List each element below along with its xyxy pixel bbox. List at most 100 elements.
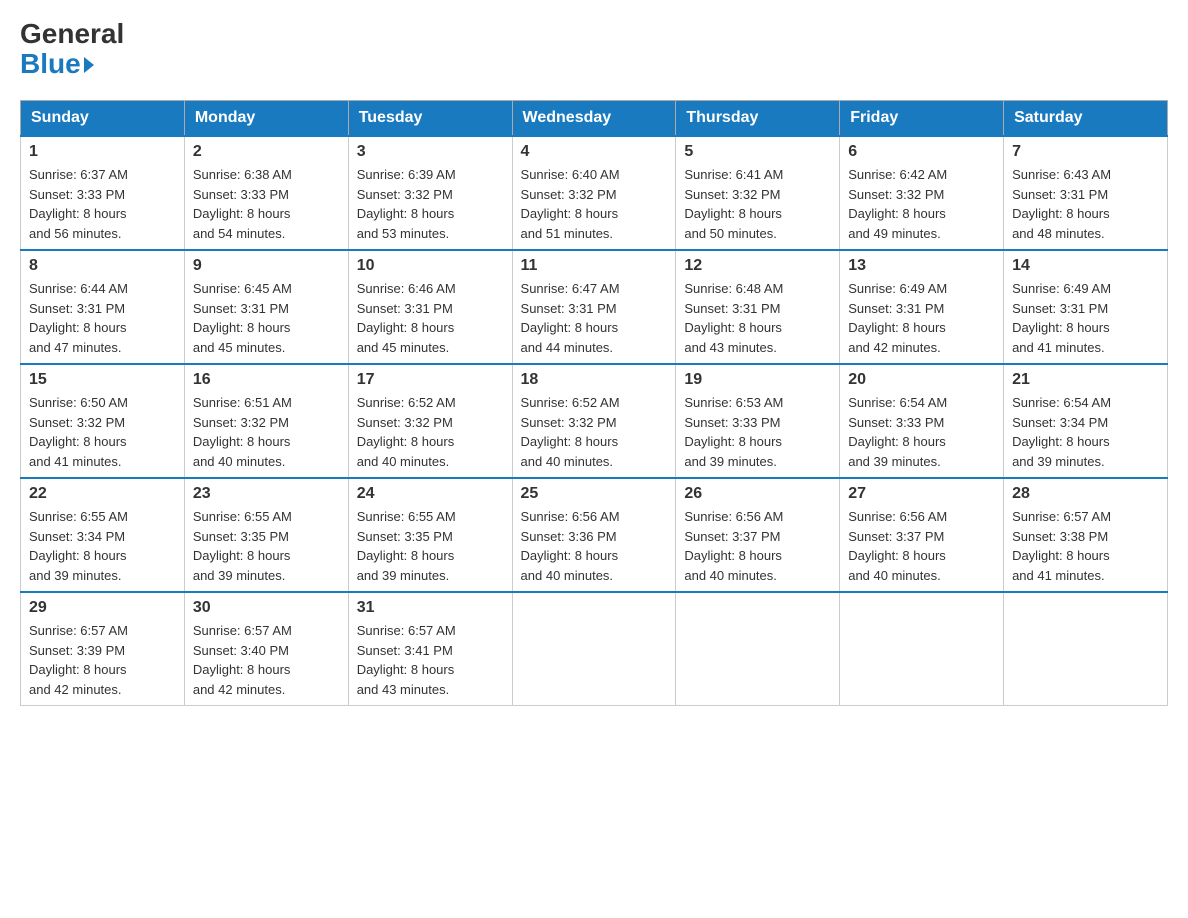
day-number: 21 bbox=[1012, 371, 1159, 389]
logo-arrow-icon bbox=[84, 57, 94, 73]
header-wednesday: Wednesday bbox=[512, 101, 676, 137]
calendar-cell: 19 Sunrise: 6:53 AM Sunset: 3:33 PM Dayl… bbox=[676, 364, 840, 478]
day-number: 1 bbox=[29, 143, 176, 161]
calendar-cell: 31 Sunrise: 6:57 AM Sunset: 3:41 PM Dayl… bbox=[348, 592, 512, 706]
day-number: 10 bbox=[357, 257, 504, 275]
calendar-cell: 23 Sunrise: 6:55 AM Sunset: 3:35 PM Dayl… bbox=[184, 478, 348, 592]
day-number: 16 bbox=[193, 371, 340, 389]
calendar-cell: 20 Sunrise: 6:54 AM Sunset: 3:33 PM Dayl… bbox=[840, 364, 1004, 478]
day-info: Sunrise: 6:42 AM Sunset: 3:32 PM Dayligh… bbox=[848, 165, 995, 243]
calendar-cell: 5 Sunrise: 6:41 AM Sunset: 3:32 PM Dayli… bbox=[676, 136, 840, 250]
day-info: Sunrise: 6:57 AM Sunset: 3:38 PM Dayligh… bbox=[1012, 507, 1159, 585]
calendar-cell: 14 Sunrise: 6:49 AM Sunset: 3:31 PM Dayl… bbox=[1004, 250, 1168, 364]
day-number: 5 bbox=[684, 143, 831, 161]
calendar-cell: 29 Sunrise: 6:57 AM Sunset: 3:39 PM Dayl… bbox=[21, 592, 185, 706]
calendar-cell: 22 Sunrise: 6:55 AM Sunset: 3:34 PM Dayl… bbox=[21, 478, 185, 592]
calendar-cell: 30 Sunrise: 6:57 AM Sunset: 3:40 PM Dayl… bbox=[184, 592, 348, 706]
calendar-cell: 27 Sunrise: 6:56 AM Sunset: 3:37 PM Dayl… bbox=[840, 478, 1004, 592]
day-info: Sunrise: 6:55 AM Sunset: 3:35 PM Dayligh… bbox=[357, 507, 504, 585]
day-info: Sunrise: 6:46 AM Sunset: 3:31 PM Dayligh… bbox=[357, 279, 504, 357]
calendar-cell bbox=[1004, 592, 1168, 706]
day-number: 25 bbox=[521, 485, 668, 503]
calendar-cell bbox=[676, 592, 840, 706]
day-number: 29 bbox=[29, 599, 176, 617]
logo-general-text: General bbox=[20, 20, 124, 48]
day-number: 26 bbox=[684, 485, 831, 503]
logo: General Blue bbox=[20, 20, 124, 80]
day-info: Sunrise: 6:54 AM Sunset: 3:33 PM Dayligh… bbox=[848, 393, 995, 471]
day-number: 6 bbox=[848, 143, 995, 161]
calendar-cell: 3 Sunrise: 6:39 AM Sunset: 3:32 PM Dayli… bbox=[348, 136, 512, 250]
day-info: Sunrise: 6:57 AM Sunset: 3:39 PM Dayligh… bbox=[29, 621, 176, 699]
day-info: Sunrise: 6:52 AM Sunset: 3:32 PM Dayligh… bbox=[521, 393, 668, 471]
header-friday: Friday bbox=[840, 101, 1004, 137]
day-info: Sunrise: 6:39 AM Sunset: 3:32 PM Dayligh… bbox=[357, 165, 504, 243]
day-info: Sunrise: 6:51 AM Sunset: 3:32 PM Dayligh… bbox=[193, 393, 340, 471]
header-saturday: Saturday bbox=[1004, 101, 1168, 137]
day-number: 22 bbox=[29, 485, 176, 503]
day-number: 27 bbox=[848, 485, 995, 503]
day-number: 15 bbox=[29, 371, 176, 389]
day-info: Sunrise: 6:47 AM Sunset: 3:31 PM Dayligh… bbox=[521, 279, 668, 357]
day-info: Sunrise: 6:45 AM Sunset: 3:31 PM Dayligh… bbox=[193, 279, 340, 357]
day-info: Sunrise: 6:55 AM Sunset: 3:34 PM Dayligh… bbox=[29, 507, 176, 585]
header-thursday: Thursday bbox=[676, 101, 840, 137]
day-number: 8 bbox=[29, 257, 176, 275]
logo-blue-text: Blue bbox=[20, 48, 94, 80]
calendar-week-5: 29 Sunrise: 6:57 AM Sunset: 3:39 PM Dayl… bbox=[21, 592, 1168, 706]
day-info: Sunrise: 6:43 AM Sunset: 3:31 PM Dayligh… bbox=[1012, 165, 1159, 243]
day-number: 17 bbox=[357, 371, 504, 389]
day-number: 19 bbox=[684, 371, 831, 389]
page-header: General Blue bbox=[20, 20, 1168, 80]
header-monday: Monday bbox=[184, 101, 348, 137]
day-number: 14 bbox=[1012, 257, 1159, 275]
calendar-cell: 4 Sunrise: 6:40 AM Sunset: 3:32 PM Dayli… bbox=[512, 136, 676, 250]
calendar-week-1: 1 Sunrise: 6:37 AM Sunset: 3:33 PM Dayli… bbox=[21, 136, 1168, 250]
calendar-week-3: 15 Sunrise: 6:50 AM Sunset: 3:32 PM Dayl… bbox=[21, 364, 1168, 478]
day-info: Sunrise: 6:57 AM Sunset: 3:40 PM Dayligh… bbox=[193, 621, 340, 699]
calendar-cell bbox=[840, 592, 1004, 706]
day-info: Sunrise: 6:38 AM Sunset: 3:33 PM Dayligh… bbox=[193, 165, 340, 243]
day-number: 28 bbox=[1012, 485, 1159, 503]
calendar-week-2: 8 Sunrise: 6:44 AM Sunset: 3:31 PM Dayli… bbox=[21, 250, 1168, 364]
day-number: 23 bbox=[193, 485, 340, 503]
day-info: Sunrise: 6:49 AM Sunset: 3:31 PM Dayligh… bbox=[1012, 279, 1159, 357]
day-info: Sunrise: 6:44 AM Sunset: 3:31 PM Dayligh… bbox=[29, 279, 176, 357]
day-info: Sunrise: 6:56 AM Sunset: 3:37 PM Dayligh… bbox=[684, 507, 831, 585]
day-info: Sunrise: 6:50 AM Sunset: 3:32 PM Dayligh… bbox=[29, 393, 176, 471]
day-info: Sunrise: 6:40 AM Sunset: 3:32 PM Dayligh… bbox=[521, 165, 668, 243]
calendar-cell: 28 Sunrise: 6:57 AM Sunset: 3:38 PM Dayl… bbox=[1004, 478, 1168, 592]
calendar-table: SundayMondayTuesdayWednesdayThursdayFrid… bbox=[20, 100, 1168, 706]
day-info: Sunrise: 6:57 AM Sunset: 3:41 PM Dayligh… bbox=[357, 621, 504, 699]
day-info: Sunrise: 6:41 AM Sunset: 3:32 PM Dayligh… bbox=[684, 165, 831, 243]
day-number: 30 bbox=[193, 599, 340, 617]
calendar-cell: 12 Sunrise: 6:48 AM Sunset: 3:31 PM Dayl… bbox=[676, 250, 840, 364]
calendar-cell: 16 Sunrise: 6:51 AM Sunset: 3:32 PM Dayl… bbox=[184, 364, 348, 478]
day-info: Sunrise: 6:37 AM Sunset: 3:33 PM Dayligh… bbox=[29, 165, 176, 243]
day-number: 20 bbox=[848, 371, 995, 389]
calendar-cell: 15 Sunrise: 6:50 AM Sunset: 3:32 PM Dayl… bbox=[21, 364, 185, 478]
day-info: Sunrise: 6:54 AM Sunset: 3:34 PM Dayligh… bbox=[1012, 393, 1159, 471]
calendar-cell: 9 Sunrise: 6:45 AM Sunset: 3:31 PM Dayli… bbox=[184, 250, 348, 364]
calendar-cell: 24 Sunrise: 6:55 AM Sunset: 3:35 PM Dayl… bbox=[348, 478, 512, 592]
header-tuesday: Tuesday bbox=[348, 101, 512, 137]
calendar-cell: 6 Sunrise: 6:42 AM Sunset: 3:32 PM Dayli… bbox=[840, 136, 1004, 250]
day-info: Sunrise: 6:48 AM Sunset: 3:31 PM Dayligh… bbox=[684, 279, 831, 357]
day-number: 24 bbox=[357, 485, 504, 503]
day-info: Sunrise: 6:53 AM Sunset: 3:33 PM Dayligh… bbox=[684, 393, 831, 471]
day-info: Sunrise: 6:56 AM Sunset: 3:37 PM Dayligh… bbox=[848, 507, 995, 585]
day-info: Sunrise: 6:56 AM Sunset: 3:36 PM Dayligh… bbox=[521, 507, 668, 585]
day-number: 18 bbox=[521, 371, 668, 389]
day-number: 2 bbox=[193, 143, 340, 161]
day-number: 31 bbox=[357, 599, 504, 617]
day-number: 12 bbox=[684, 257, 831, 275]
calendar-cell: 2 Sunrise: 6:38 AM Sunset: 3:33 PM Dayli… bbox=[184, 136, 348, 250]
calendar-cell: 1 Sunrise: 6:37 AM Sunset: 3:33 PM Dayli… bbox=[21, 136, 185, 250]
calendar-cell: 13 Sunrise: 6:49 AM Sunset: 3:31 PM Dayl… bbox=[840, 250, 1004, 364]
day-number: 9 bbox=[193, 257, 340, 275]
calendar-week-4: 22 Sunrise: 6:55 AM Sunset: 3:34 PM Dayl… bbox=[21, 478, 1168, 592]
calendar-cell: 11 Sunrise: 6:47 AM Sunset: 3:31 PM Dayl… bbox=[512, 250, 676, 364]
day-number: 4 bbox=[521, 143, 668, 161]
day-number: 7 bbox=[1012, 143, 1159, 161]
calendar-cell bbox=[512, 592, 676, 706]
